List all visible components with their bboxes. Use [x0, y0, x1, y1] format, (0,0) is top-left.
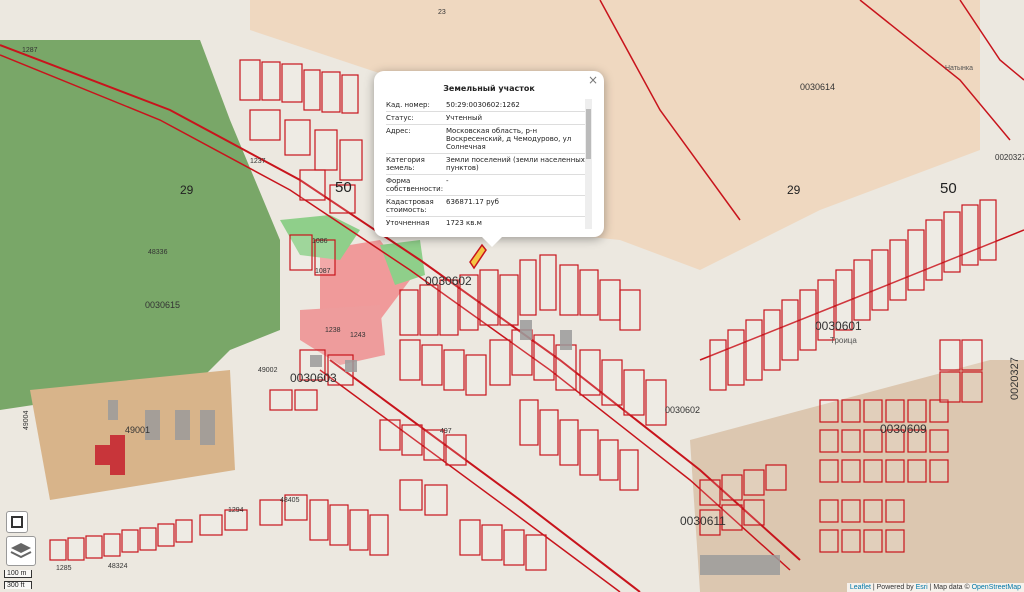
popup-row: Категория земель: Земли поселений (земли … [386, 154, 592, 175]
scrollbar-thumb[interactable] [586, 109, 591, 159]
parcel-info-popup[interactable]: × Земельный участок Кад. номер: 50:29:003… [374, 71, 604, 247]
parcel-number: 49004 [23, 410, 30, 430]
osm-link[interactable]: OpenStreetMap [972, 584, 1021, 591]
parcel-number: 1294 [228, 507, 244, 514]
district-label: 50 [940, 180, 957, 197]
parcel-number: 49002 [258, 367, 278, 374]
row-value: Учтенный [446, 114, 483, 122]
powered-by: Powered by [876, 584, 914, 591]
row-key: Уточненная площадь: [386, 219, 430, 229]
row-value: Земли поселений (земли населенных пункто… [446, 156, 585, 172]
leaflet-link[interactable]: Leaflet [850, 584, 871, 591]
parcel-number: 1285 [56, 565, 72, 572]
parcel-number: 1243 [350, 332, 366, 339]
parcel-number: 48336 [148, 249, 168, 256]
quarter-label: 0030609 [880, 422, 927, 436]
quarter-label: 0030611 [680, 514, 726, 528]
village-label: Троица [830, 336, 857, 345]
quarter-label: 0030602 [665, 405, 700, 415]
parcel-number: 497 [440, 428, 452, 435]
popup-title: Земельный участок [443, 84, 535, 93]
quarter-label: 0030614 [800, 82, 835, 92]
popup-row: Статус: Учтенный [386, 112, 592, 125]
row-key: Адрес: [386, 127, 411, 135]
popup-row: Уточненная площадь: 1723 кв.м [386, 217, 592, 229]
parcel-number: 48324 [108, 563, 128, 570]
row-value: Московская область, р-н Воскресенский, д… [446, 127, 572, 151]
fullscreen-icon [11, 516, 23, 528]
popup-scrollbar[interactable] [585, 99, 592, 229]
close-icon[interactable]: × [588, 73, 598, 87]
row-key: Категория земель: [386, 156, 425, 172]
attribution: Leaflet | Powered by Esri | Map data © O… [846, 583, 1024, 592]
row-value: 636871.17 руб [446, 198, 499, 206]
parcel-number: 1087 [315, 268, 331, 275]
esri-link[interactable]: Esri [916, 584, 928, 591]
popup-table[interactable]: Кад. номер: 50:29:0030602:1262 Статус: Учт… [386, 99, 592, 229]
row-key: Кад. номер: [386, 101, 430, 109]
popup-row: Кадастровая стоимость: 636871.17 руб [386, 196, 592, 217]
quarter-label: 0020327 [995, 153, 1024, 162]
scale-imperial: 300 ft [4, 581, 32, 589]
parcel-number: 1086 [312, 238, 328, 245]
district-label: 29 [787, 183, 801, 197]
fullscreen-button[interactable] [6, 511, 28, 533]
parcel-number: 48405 [280, 497, 300, 504]
popup-row: Форма собственности: - [386, 175, 592, 196]
popup-row: Адрес: Московская область, р-н Воскресенс… [386, 125, 592, 154]
parcel-number: 1237 [250, 158, 266, 165]
quarter-label: 0030615 [145, 300, 180, 310]
layers-button[interactable] [6, 536, 36, 566]
scale-metric: 100 m [4, 570, 32, 578]
parcel-number: 1238 [325, 327, 341, 334]
row-value: - [446, 177, 449, 185]
parcel-number: 49001 [125, 425, 150, 435]
parcel-number: 23 [438, 9, 446, 16]
road-label: Натынка [945, 65, 973, 72]
district-label: 50 [335, 179, 352, 196]
row-value: 50:29:0030602:1262 [446, 101, 520, 109]
district-label: 29 [180, 183, 194, 197]
quarter-label: 0020327 [1009, 357, 1021, 400]
popup-row: Кад. номер: 50:29:0030602:1262 [386, 99, 592, 112]
parcel-number: 1287 [22, 47, 38, 54]
row-key: Кадастровая стоимость: [386, 198, 434, 214]
layers-icon [10, 543, 32, 559]
quarter-label: 0030601 [815, 319, 862, 333]
quarter-label: 0030603 [290, 371, 337, 385]
row-key: Статус: [386, 114, 414, 122]
quarter-label: 0030602 [425, 274, 472, 288]
row-key: Форма собственности: [386, 177, 444, 193]
mapdata-text: | Map data © [929, 584, 972, 591]
row-value: 1723 кв.м [446, 219, 482, 227]
